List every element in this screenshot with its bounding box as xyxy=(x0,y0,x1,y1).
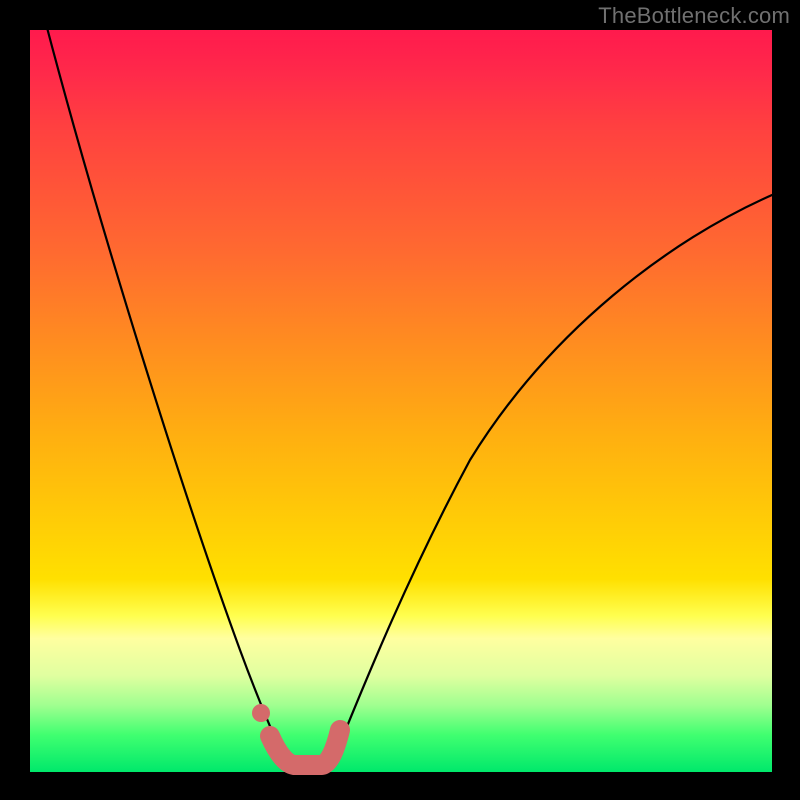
right-curve xyxy=(330,195,772,768)
left-marker-dot xyxy=(252,704,270,722)
trough-highlight xyxy=(270,730,340,765)
curve-layer xyxy=(30,30,772,772)
chart-frame: TheBottleneck.com xyxy=(0,0,800,800)
left-curve xyxy=(45,20,288,768)
watermark-label: TheBottleneck.com xyxy=(598,3,790,29)
